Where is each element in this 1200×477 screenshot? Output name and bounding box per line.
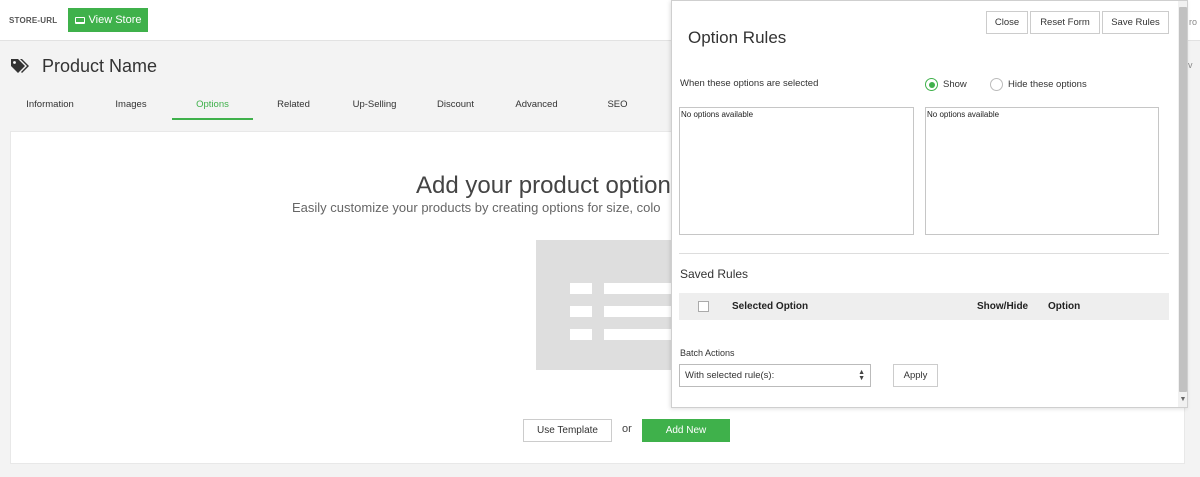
panel-scrollbar[interactable]: ▼ (1178, 1, 1187, 407)
close-button[interactable]: Close (986, 11, 1028, 34)
saved-rules-title: Saved Rules (680, 267, 749, 281)
section-divider (679, 253, 1169, 254)
options-empty-subtitle: Easily customize your products by creati… (292, 200, 661, 215)
product-name-title: Product Name (42, 55, 158, 76)
batch-actions-label: Batch Actions (680, 348, 735, 358)
select-updown-icon: ▲ ▼ (858, 368, 865, 382)
batch-actions-select[interactable]: With selected rule(s): ▲ ▼ (679, 364, 871, 387)
option-rules-title: Option Rules (688, 28, 787, 48)
or-separator: or (622, 423, 632, 435)
laptop-icon (74, 16, 85, 24)
product-header: Product Name (10, 54, 157, 78)
tab-seo[interactable]: SEO (577, 96, 658, 118)
saved-rules-table-header: Selected Option Show/Hide Option (679, 293, 1169, 320)
view-store-label: View Store (88, 14, 142, 26)
add-new-option-button[interactable]: Add New (642, 419, 730, 442)
hide-radio-label: Hide these options (1008, 79, 1087, 90)
show-radio-option[interactable]: Show (925, 78, 967, 91)
tab-options[interactable]: Options (172, 96, 253, 120)
hide-radio-option[interactable]: Hide these options (990, 78, 1087, 91)
tab-images[interactable]: Images (91, 96, 171, 118)
column-show-hide: Show/Hide (977, 301, 1029, 312)
show-radio-label: Show (943, 79, 967, 90)
tab-related[interactable]: Related (253, 96, 334, 118)
select-all-checkbox[interactable] (698, 301, 709, 312)
selected-options-listbox[interactable]: No options available (679, 107, 914, 235)
save-rules-button[interactable]: Save Rules (1102, 11, 1169, 34)
store-url-label: STORE-URL (9, 16, 58, 25)
target-options-listbox[interactable]: No options available (925, 107, 1159, 235)
tags-icon (11, 59, 29, 73)
batch-select-value: With selected rule(s): (685, 370, 775, 381)
reset-form-button[interactable]: Reset Form (1030, 11, 1100, 34)
scrollbar-thumb[interactable] (1179, 7, 1187, 392)
left-list-empty-text: No options available (681, 110, 754, 119)
background-truncated-text-2: v (1188, 60, 1193, 70)
background-truncated-text: ro (1189, 17, 1198, 27)
tab-up-selling[interactable]: Up-Selling (334, 96, 415, 118)
right-list-empty-text: No options available (927, 110, 1000, 119)
scroll-down-arrow-icon[interactable]: ▼ (1178, 395, 1187, 405)
view-store-button[interactable]: View Store (68, 8, 148, 32)
use-template-button[interactable]: Use Template (523, 419, 612, 442)
column-selected-option: Selected Option (732, 301, 809, 312)
hide-radio[interactable] (990, 78, 1003, 91)
tab-information[interactable]: Information (10, 96, 90, 118)
options-placeholder-illustration (536, 240, 676, 370)
options-empty-title: Add your product option (416, 171, 671, 199)
option-rules-panel: Option Rules Close Reset Form Save Rules… (671, 0, 1188, 408)
tab-discount[interactable]: Discount (415, 96, 496, 118)
show-radio[interactable] (925, 78, 938, 91)
apply-button[interactable]: Apply (893, 364, 938, 387)
when-options-selected-label: When these options are selected (680, 78, 819, 89)
column-option: Option (1048, 301, 1081, 312)
tab-advanced[interactable]: Advanced (496, 96, 577, 118)
